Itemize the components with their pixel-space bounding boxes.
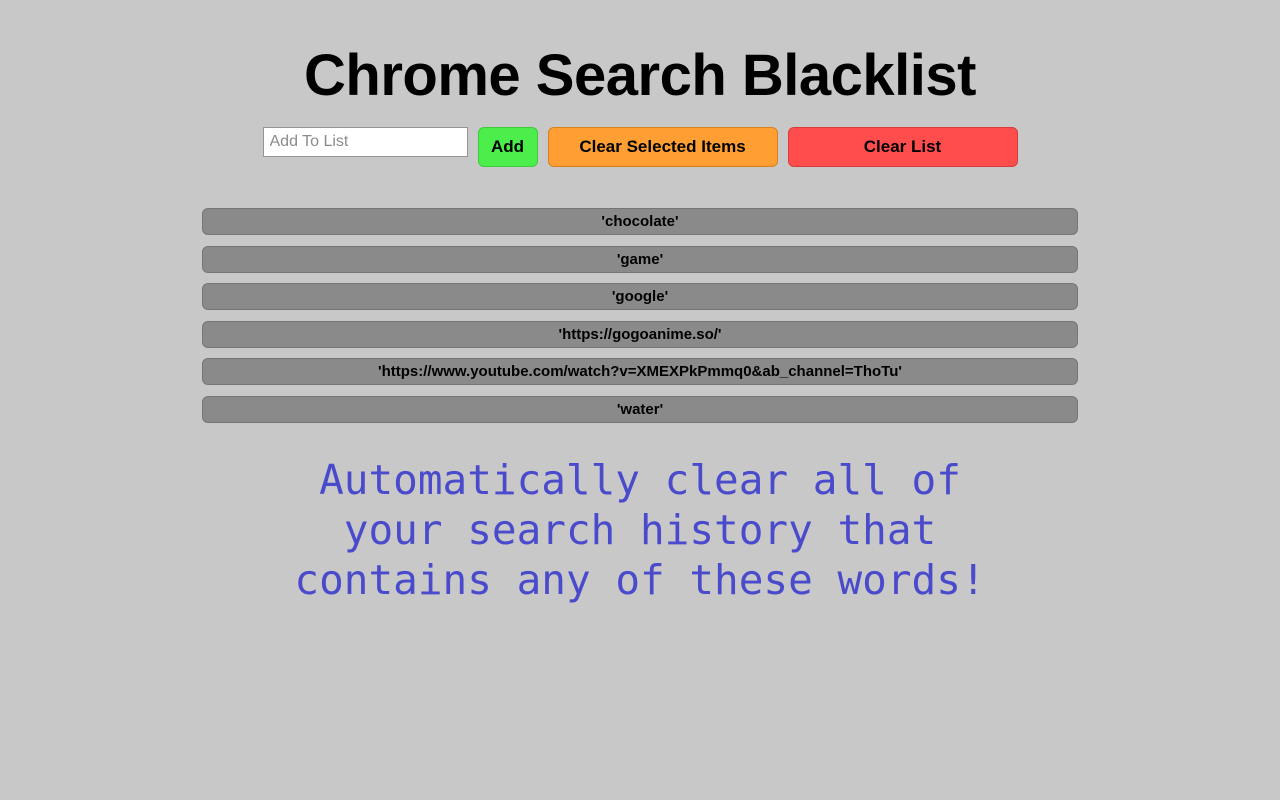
list-item[interactable]: 'game' <box>202 245 1078 273</box>
add-to-list-input[interactable] <box>262 127 468 157</box>
tagline: Automatically clear all of your search h… <box>294 456 986 604</box>
clear-selected-items-button[interactable]: Clear Selected Items <box>547 127 778 167</box>
list-item[interactable]: 'https://www.youtube.com/watch?v=XMEXPkP… <box>202 358 1078 385</box>
list-item[interactable]: 'water' <box>202 395 1078 423</box>
app-root: Chrome Search Blacklist Add Clear Select… <box>0 0 1280 800</box>
page-title: Chrome Search Blacklist <box>304 43 976 108</box>
blacklist: 'chocolate' 'game' 'google' 'https://gog… <box>202 208 1078 423</box>
clear-list-button[interactable]: Clear List <box>787 127 1018 167</box>
list-item[interactable]: 'https://gogoanime.so/' <box>202 320 1078 348</box>
list-item[interactable]: 'google' <box>202 283 1078 310</box>
list-item[interactable]: 'chocolate' <box>202 208 1078 235</box>
add-button[interactable]: Add <box>477 127 538 167</box>
toolbar: Add Clear Selected Items Clear List <box>0 127 1280 167</box>
